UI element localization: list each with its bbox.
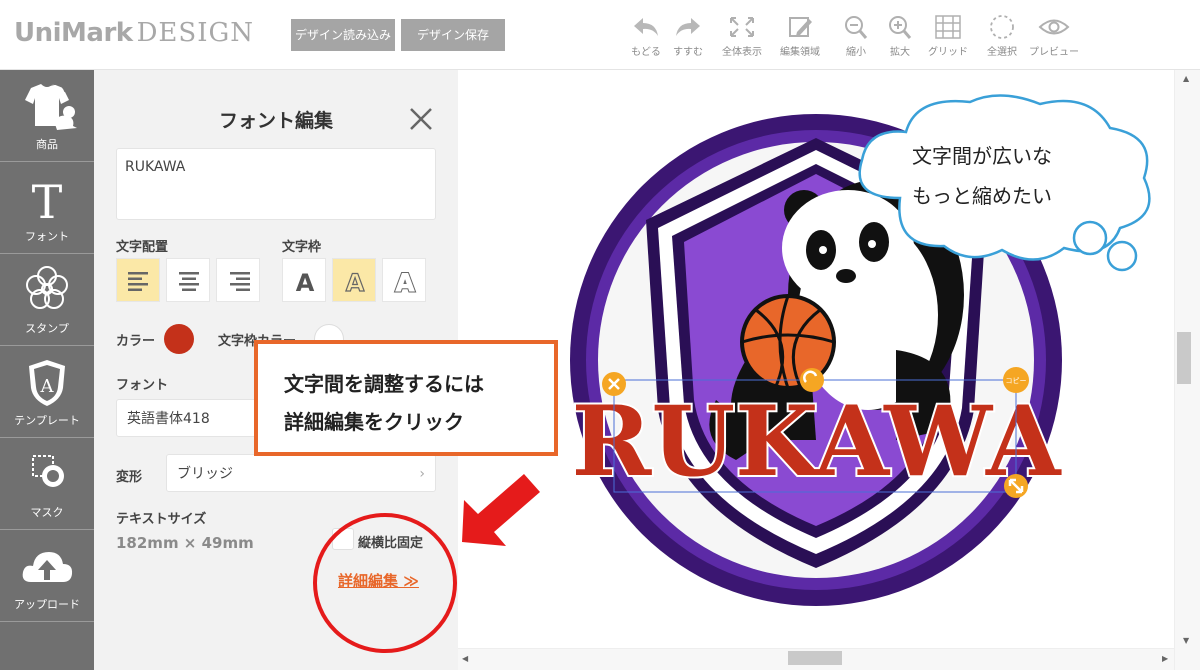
close-icon — [410, 108, 432, 130]
thought-line-2: もっと縮めたい — [912, 184, 1052, 208]
svg-text:A: A — [396, 269, 415, 297]
fit-screen-label: 全体表示 — [722, 47, 762, 58]
text-size-value: 182mm × 49mm — [116, 534, 254, 552]
zoom-in-label: 拡大 — [890, 47, 910, 58]
left-nav: 商品 T フォント スタンプ A テンプレート マスク アップロード — [0, 70, 94, 670]
svg-text:T: T — [32, 175, 63, 226]
stamp-icon — [26, 266, 68, 309]
grid-label: グリッド — [928, 47, 968, 58]
redo-label: すすむ — [673, 47, 703, 58]
zoom-in-icon — [889, 16, 912, 39]
fit-screen-icon — [730, 17, 754, 37]
preview-icon — [1038, 19, 1070, 35]
align-right-icon — [230, 272, 250, 291]
frame-label: 文字枠 — [282, 240, 322, 255]
preview-button[interactable]: プレビュー — [1028, 14, 1080, 58]
red-circle-annotation — [313, 513, 457, 653]
grid-icon — [935, 15, 961, 39]
nav-label-mask: マスク — [30, 506, 64, 519]
scroll-up-icon[interactable]: ▲ — [1183, 74, 1189, 83]
edit-area-icon — [789, 17, 812, 37]
load-design-button[interactable]: デザイン読み込み — [291, 19, 395, 51]
thought-line-1: 文字間が広いな — [912, 144, 1052, 168]
align-left-icon — [128, 272, 148, 291]
letter-a-outline-icon: A — [345, 268, 365, 297]
fit-screen-button[interactable]: 全体表示 — [716, 14, 768, 58]
grid-button[interactable]: グリッド — [922, 14, 974, 58]
text-input[interactable]: RUKAWA — [116, 148, 436, 220]
svg-text:A: A — [296, 269, 315, 297]
logo-design: DESIGN — [136, 18, 255, 48]
font-icon: T — [32, 175, 63, 226]
edit-area-label: 編集領域 — [780, 47, 820, 58]
frame-double-button[interactable]: AA — [382, 258, 426, 302]
horizontal-scroll-thumb[interactable] — [788, 651, 842, 665]
chevron-right-icon: › — [419, 466, 425, 482]
select-all-button[interactable]: 全選択 — [976, 14, 1028, 58]
text-color-swatch[interactable] — [164, 324, 194, 354]
frame-none-button[interactable]: A — [282, 258, 326, 302]
font-select-value: 英語書体418 — [127, 411, 210, 427]
frame-outline-button[interactable]: A — [332, 258, 376, 302]
text-size-label: テキストサイズ — [116, 512, 207, 527]
edit-area-button[interactable]: 編集領域 — [774, 14, 826, 58]
copy-handle-label: コピー — [1006, 377, 1027, 385]
preview-label: プレビュー — [1029, 47, 1079, 58]
select-all-label: 全選択 — [987, 47, 1017, 58]
align-right-button[interactable] — [216, 258, 260, 302]
scroll-down-icon[interactable]: ▼ — [1183, 636, 1189, 645]
nav-item-products[interactable]: 商品 — [0, 70, 94, 162]
letter-a-double-outline-icon: AA — [394, 268, 416, 299]
scroll-right-icon[interactable]: ▶ — [1162, 654, 1168, 663]
align-center-icon — [179, 272, 199, 291]
letter-a-plain-icon: A — [296, 269, 315, 297]
callout-line-2: 詳細編集をクリック — [284, 410, 464, 434]
tshirt-icon — [25, 83, 77, 130]
nav-label-stamp: スタンプ — [25, 322, 69, 335]
tool-group: もどる すすむ 全体表示 編集領域 縮小 拡大 グリッド 全選択 プレビュー — [620, 14, 1090, 64]
nav-item-stamp[interactable]: スタンプ — [0, 254, 94, 346]
callout-box: 文字間を調整するには 詳細編集をクリック — [254, 340, 558, 456]
nav-label-template: テンプレート — [14, 414, 80, 427]
align-center-button[interactable] — [166, 258, 210, 302]
align-label: 文字配置 — [116, 240, 169, 255]
nav-item-font[interactable]: T フォント — [0, 162, 94, 254]
logo-unimark: UniMark — [14, 18, 133, 48]
vertical-scroll-thumb[interactable] — [1177, 332, 1191, 384]
redo-icon — [676, 18, 700, 36]
nav-label-upload: アップロード — [14, 598, 80, 611]
transform-select[interactable]: ブリッジ › — [166, 454, 436, 492]
template-icon: A — [29, 360, 65, 406]
upload-icon — [22, 552, 73, 582]
nav-label-font: フォント — [25, 230, 69, 243]
nav-item-mask[interactable]: マスク — [0, 438, 94, 530]
svg-text:A: A — [346, 269, 365, 297]
transform-select-value: ブリッジ — [177, 466, 233, 482]
mask-icon — [32, 455, 64, 487]
patch-text: RUKAWA — [572, 385, 1062, 498]
panel-title: フォント編集 — [218, 110, 333, 132]
logo: UniMark DESIGN — [14, 18, 254, 48]
redo-button[interactable]: すすむ — [662, 14, 714, 58]
save-design-button[interactable]: デザイン保存 — [401, 19, 505, 51]
nav-item-upload[interactable]: アップロード — [0, 530, 94, 622]
zoom-out-icon — [845, 16, 868, 39]
callout-line-1: 文字間を調整するには — [284, 372, 484, 396]
top-toolbar: UniMark DESIGN デザイン読み込み デザイン保存 もどる すすむ 全体… — [0, 0, 1200, 70]
scroll-left-icon[interactable]: ◀ — [462, 654, 468, 663]
select-all-icon — [990, 15, 1014, 39]
undo-icon — [634, 18, 658, 36]
app-window: UniMark DESIGN デザイン読み込み デザイン保存 もどる すすむ 全体… — [0, 0, 1200, 670]
font-label: フォント — [116, 378, 169, 393]
nav-label-products: 商品 — [36, 138, 58, 151]
svg-text:A: A — [40, 376, 55, 397]
align-left-button[interactable] — [116, 258, 160, 302]
color-label: カラー — [116, 334, 156, 349]
close-button[interactable] — [406, 104, 436, 134]
nav-item-template[interactable]: A テンプレート — [0, 346, 94, 438]
zoom-in-button[interactable]: 拡大 — [874, 14, 926, 58]
transform-label: 変形 — [116, 470, 143, 485]
